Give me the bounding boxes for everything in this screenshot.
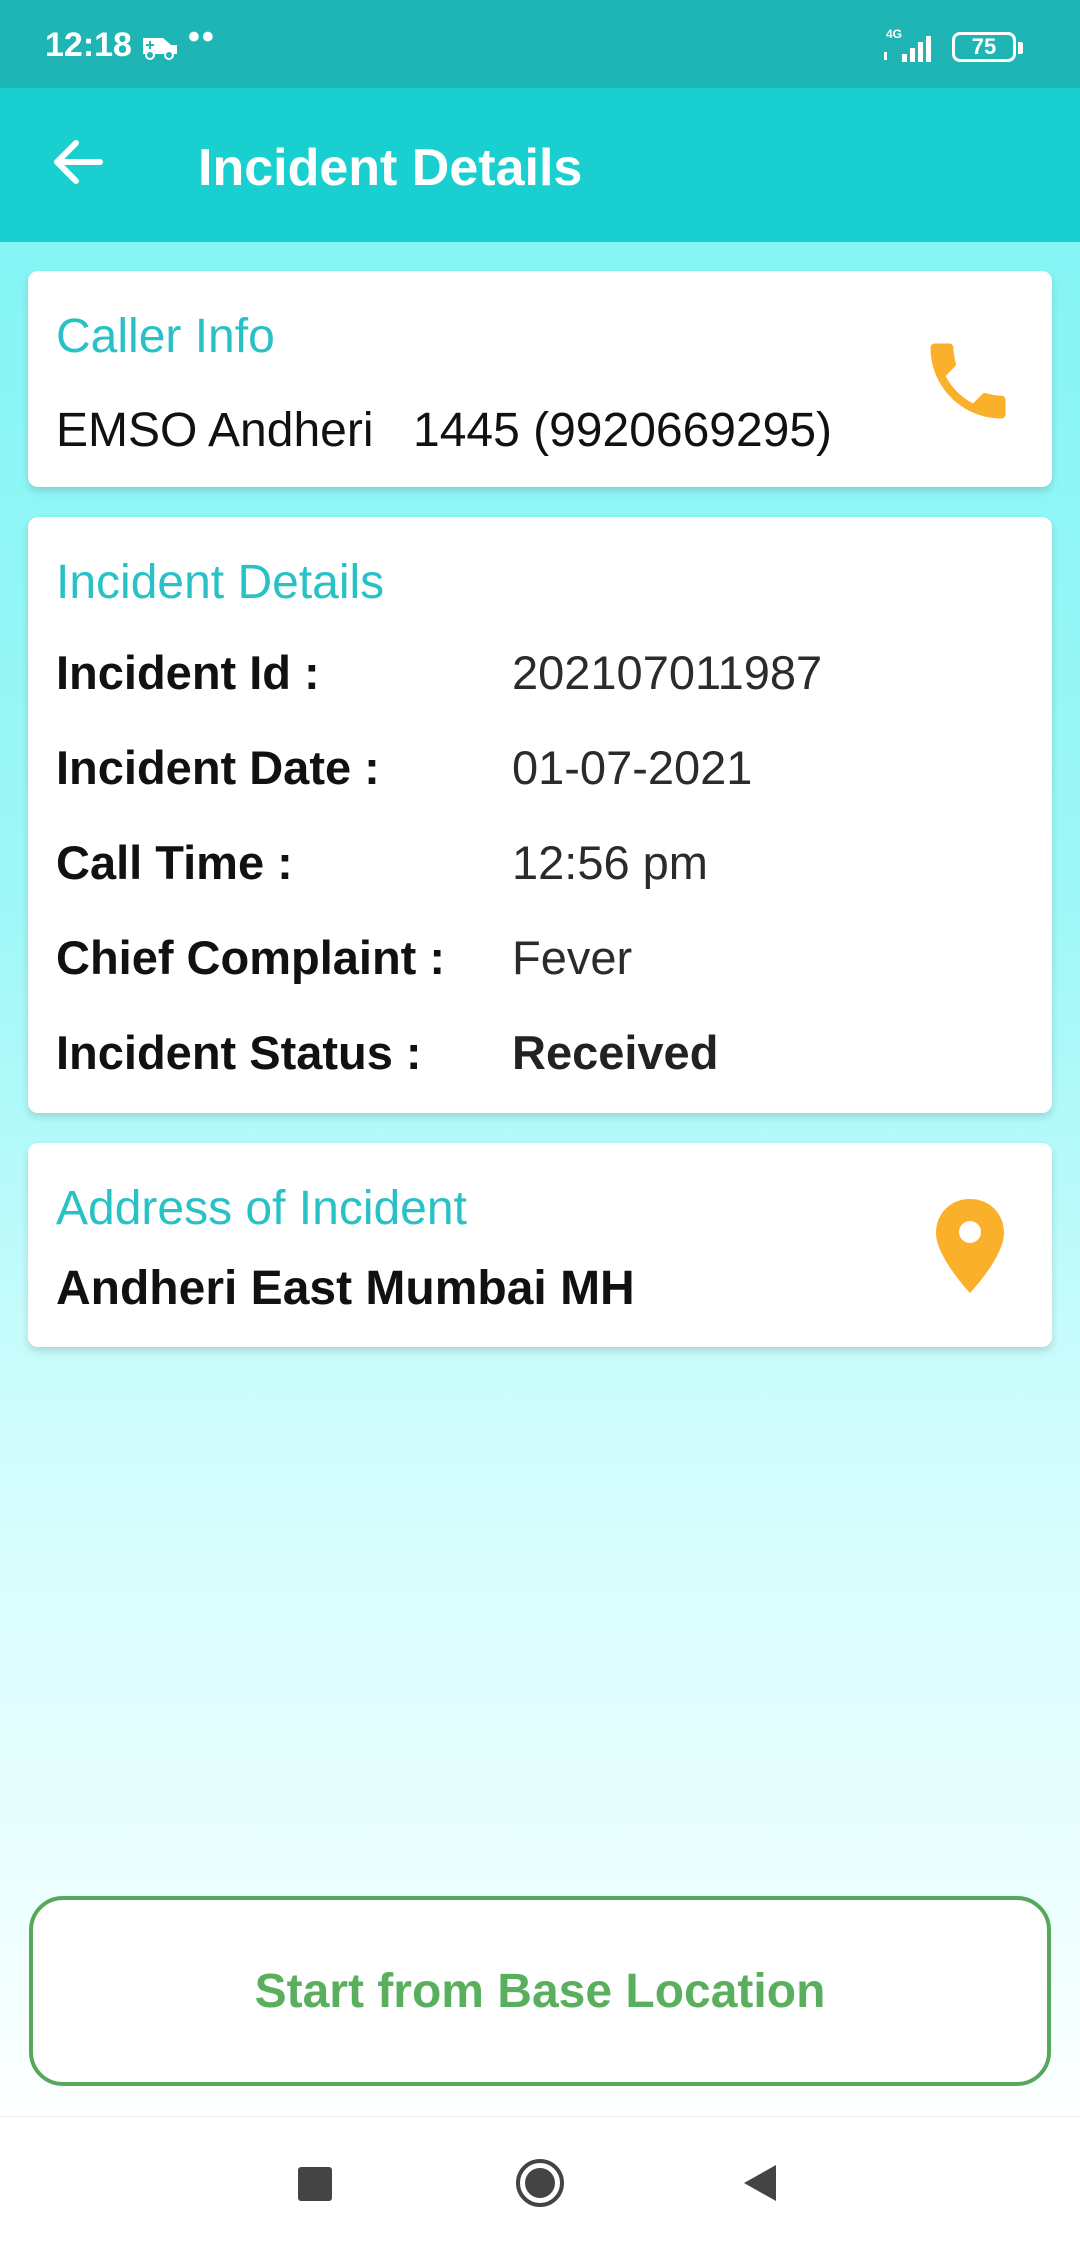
- call-time-label: Call Time :: [56, 836, 293, 889]
- arrow-left-icon: [54, 140, 103, 184]
- call-time-value: 12:56 pm: [512, 836, 708, 889]
- status-dots: ••: [188, 18, 216, 56]
- home-circle-icon[interactable]: [514, 2157, 566, 2209]
- caller-number: 1445 (9920669295): [413, 404, 833, 457]
- chief-complaint-label: Chief Complaint :: [56, 931, 446, 984]
- incident-status-value: Received: [512, 1026, 719, 1079]
- map-pin-icon: [936, 1199, 1004, 1293]
- system-nav-bar: [0, 2116, 1080, 2246]
- incident-details-card: Incident Details Incident Id : 202107011…: [28, 517, 1052, 1113]
- incident-details-title: Incident Details: [56, 556, 385, 609]
- caller-name: EMSO Andheri: [56, 404, 374, 457]
- battery-indicator: 75: [952, 32, 1023, 62]
- status-bar: 12:18 •• 4G 75: [0, 0, 1080, 88]
- signal-4g-icon: 4G: [884, 27, 931, 62]
- incident-date-label: Incident Date :: [56, 741, 380, 794]
- chief-complaint-value: Fever: [512, 931, 633, 984]
- status-time: 12:18: [45, 26, 132, 64]
- incident-date-row: Incident Date : 01-07-2021: [56, 740, 1016, 800]
- back-button[interactable]: [40, 124, 116, 200]
- incident-id-row: Incident Id : 202107011987: [56, 645, 1016, 705]
- ambulance-notification-icon: [143, 38, 177, 60]
- incident-status-row: Incident Status : Received: [56, 1025, 1016, 1085]
- start-from-base-location-button[interactable]: Start from Base Location: [29, 1896, 1051, 2086]
- back-triangle-icon[interactable]: [742, 2163, 778, 2203]
- network-label: 4G: [886, 27, 902, 41]
- address-text: Andheri East Mumbai MH: [56, 1262, 635, 1315]
- address-card: Address of Incident Andheri East Mumbai …: [28, 1143, 1052, 1347]
- map-location-button[interactable]: [932, 1197, 1008, 1297]
- incident-status-label: Incident Status :: [56, 1026, 422, 1079]
- incident-id-value: 202107011987: [512, 646, 823, 699]
- caller-info-title: Caller Info: [56, 310, 275, 363]
- caller-info-card: Caller Info EMSO Andheri 1445 (992066929…: [28, 271, 1052, 487]
- incident-date-value: 01-07-2021: [512, 741, 753, 794]
- page-title: Incident Details: [198, 139, 583, 197]
- app-bar: Incident Details: [0, 88, 1080, 242]
- chief-complaint-row: Chief Complaint : Fever: [56, 930, 1016, 990]
- call-time-row: Call Time : 12:56 pm: [56, 835, 1016, 895]
- phone-icon: [930, 343, 1006, 419]
- address-title: Address of Incident: [56, 1182, 467, 1235]
- call-button[interactable]: [918, 331, 1018, 431]
- recents-square-icon[interactable]: [298, 2167, 332, 2201]
- incident-id-label: Incident Id :: [56, 646, 320, 699]
